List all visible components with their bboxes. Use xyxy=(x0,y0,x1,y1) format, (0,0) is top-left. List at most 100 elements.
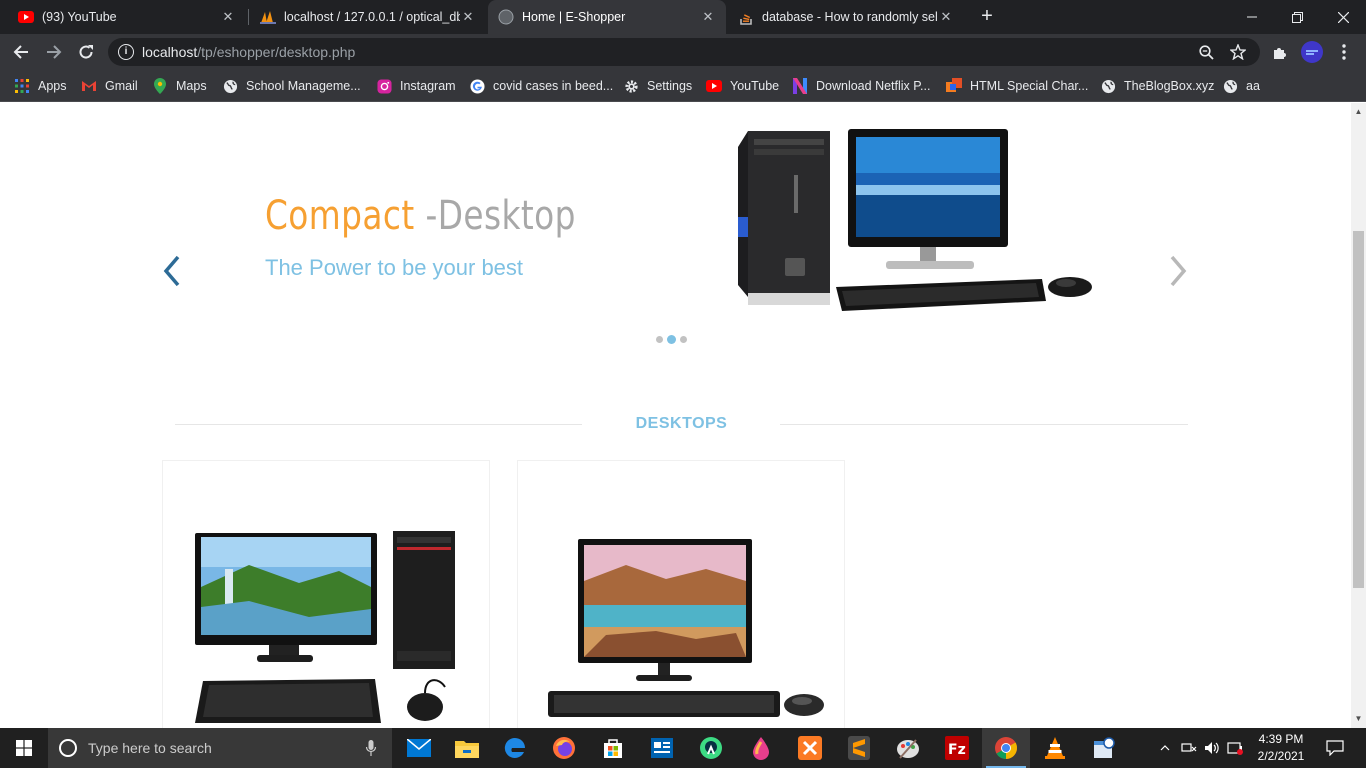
youtube-icon xyxy=(706,78,722,94)
taskbar-clock[interactable]: 4:39 PM 2/2/2021 xyxy=(1252,731,1310,765)
file-explorer-icon[interactable] xyxy=(443,728,491,768)
page-scrollbar[interactable]: ▲ ▼ xyxy=(1351,103,1366,728)
back-button[interactable] xyxy=(7,38,35,66)
bookmark-instagram[interactable]: Instagram xyxy=(376,75,456,97)
mail-app-icon[interactable] xyxy=(395,728,443,768)
globe-icon xyxy=(498,9,514,25)
slider-title: Compact -Desktop xyxy=(265,193,576,239)
bookmark-label: aa xyxy=(1246,79,1260,93)
bookmark-netflix[interactable]: Download Netflix P... xyxy=(792,75,930,97)
bookmark-aa[interactable]: aa xyxy=(1222,75,1260,97)
globe-icon xyxy=(1222,78,1238,94)
bookmark-apps[interactable]: Apps xyxy=(14,75,67,97)
chrome-taskbar-icon[interactable] xyxy=(982,728,1030,768)
tray-overflow-chevron-icon[interactable] xyxy=(1155,728,1175,768)
slider-prev-arrow-icon[interactable] xyxy=(158,251,188,291)
slider-subtitle: The Power to be your best xyxy=(265,255,524,280)
address-bar[interactable]: i localhost/tp/eshopper/desktop.php xyxy=(108,38,1260,66)
slider-next-arrow-icon[interactable] xyxy=(1162,251,1192,291)
volume-icon[interactable] xyxy=(1201,728,1223,768)
gmail-icon xyxy=(81,78,97,94)
bookmark-covid[interactable]: covid cases in beed... xyxy=(469,75,613,97)
clock-date: 2/2/2021 xyxy=(1257,749,1305,763)
netflix-icon xyxy=(792,78,808,94)
battery-icon[interactable] xyxy=(1224,728,1248,768)
minimize-button[interactable] xyxy=(1229,0,1275,34)
microphone-icon[interactable] xyxy=(366,740,376,756)
site-info-icon[interactable]: i xyxy=(118,44,134,60)
gear-icon xyxy=(623,78,639,94)
bookmark-gmail[interactable]: Gmail xyxy=(81,75,138,97)
bookmark-label: HTML Special Char... xyxy=(970,79,1089,93)
bookmark-label: School Manageme... xyxy=(246,79,361,93)
tab-title: (93) YouTube xyxy=(42,10,117,24)
bookmark-html-chars[interactable]: HTML Special Char... xyxy=(946,75,1088,97)
close-icon[interactable]: ✕ xyxy=(220,9,236,25)
bookmark-label: TheBlogBox.xyz xyxy=(1124,79,1215,93)
profile-avatar[interactable] xyxy=(1298,38,1326,66)
extensions-puzzle-icon[interactable] xyxy=(1266,38,1294,66)
filezilla-icon[interactable]: Fz xyxy=(933,728,981,768)
slider-indicators xyxy=(656,335,687,344)
scrollbar-thumb[interactable] xyxy=(1353,231,1364,588)
html-icon xyxy=(946,78,962,94)
edge-browser-icon[interactable] xyxy=(491,728,539,768)
bookmark-star-icon[interactable] xyxy=(1228,42,1248,62)
search-placeholder: Type here to search xyxy=(88,740,212,756)
bookmark-label: covid cases in beed... xyxy=(493,79,614,93)
tab-eshopper[interactable]: Home | E-Shopper ✕ xyxy=(488,0,726,34)
microsoft-store-icon[interactable] xyxy=(589,728,637,768)
restore-button[interactable] xyxy=(1274,0,1320,34)
scroll-up-icon[interactable]: ▲ xyxy=(1354,107,1363,116)
slider-dot[interactable] xyxy=(656,336,663,343)
news-app-icon[interactable] xyxy=(638,728,686,768)
close-icon[interactable]: ✕ xyxy=(938,9,954,25)
bookmark-youtube[interactable]: YouTube xyxy=(706,75,779,97)
bookmark-settings[interactable]: Settings xyxy=(623,75,692,97)
tab-title: localhost / 127.0.0.1 / optical_db xyxy=(284,10,460,24)
slider-dot-active[interactable] xyxy=(667,335,676,344)
taskbar-search-box[interactable]: Type here to search xyxy=(48,728,392,768)
clock-time: 4:39 PM xyxy=(1258,732,1304,746)
paint-drop-icon[interactable] xyxy=(737,728,785,768)
close-icon[interactable]: ✕ xyxy=(460,9,476,25)
chrome-menu-icon[interactable] xyxy=(1330,38,1358,66)
task-scheduler-icon[interactable] xyxy=(1080,728,1128,768)
slider-title-accent: Compact xyxy=(265,193,415,239)
tab-youtube[interactable]: (93) YouTube ✕ xyxy=(8,0,246,34)
bookmark-school[interactable]: School Manageme... xyxy=(222,75,361,97)
bookmark-label: Download Netflix P... xyxy=(816,79,931,93)
reload-button[interactable] xyxy=(72,38,100,66)
youtube-icon xyxy=(18,9,34,25)
bookmark-label: Apps xyxy=(38,79,67,93)
scroll-down-icon[interactable]: ▼ xyxy=(1354,714,1363,723)
bookmark-maps[interactable]: Maps xyxy=(152,75,207,97)
close-window-button[interactable] xyxy=(1320,0,1366,34)
forward-button[interactable] xyxy=(40,38,68,66)
paint-palette-icon[interactable] xyxy=(884,728,932,768)
instagram-icon xyxy=(376,78,392,94)
product-card[interactable] xyxy=(162,460,490,728)
bookmark-theblogbox[interactable]: TheBlogBox.xyz xyxy=(1100,75,1214,97)
zoom-icon[interactable] xyxy=(1196,42,1216,62)
tab-stackoverflow[interactable]: database - How to randomly sele ✕ xyxy=(728,0,964,34)
browser-tab-strip: (93) YouTube ✕ localhost / 127.0.0.1 / o… xyxy=(0,0,1366,34)
windows-taskbar: Type here to search Fz 4:39 PM 2/2/2021 xyxy=(0,728,1366,768)
close-icon[interactable]: ✕ xyxy=(700,9,716,25)
xampp-icon[interactable] xyxy=(786,728,834,768)
bookmark-label: YouTube xyxy=(730,79,780,93)
vlc-icon[interactable] xyxy=(1031,728,1079,768)
new-tab-button[interactable]: + xyxy=(975,5,999,29)
url-text[interactable]: localhost/tp/eshopper/desktop.php xyxy=(142,44,355,60)
tab-separator xyxy=(248,9,249,25)
network-icon[interactable] xyxy=(1178,728,1200,768)
product-card[interactable] xyxy=(517,460,845,728)
android-studio-icon[interactable] xyxy=(687,728,735,768)
tab-phpmyadmin[interactable]: localhost / 127.0.0.1 / optical_db ✕ xyxy=(250,0,486,34)
sublime-text-icon[interactable] xyxy=(835,728,883,768)
windows-start-button[interactable] xyxy=(0,728,48,768)
notifications-icon[interactable] xyxy=(1320,728,1350,768)
firefox-icon[interactable] xyxy=(540,728,588,768)
bookmark-label: Instagram xyxy=(400,79,456,93)
slider-dot[interactable] xyxy=(680,336,687,343)
